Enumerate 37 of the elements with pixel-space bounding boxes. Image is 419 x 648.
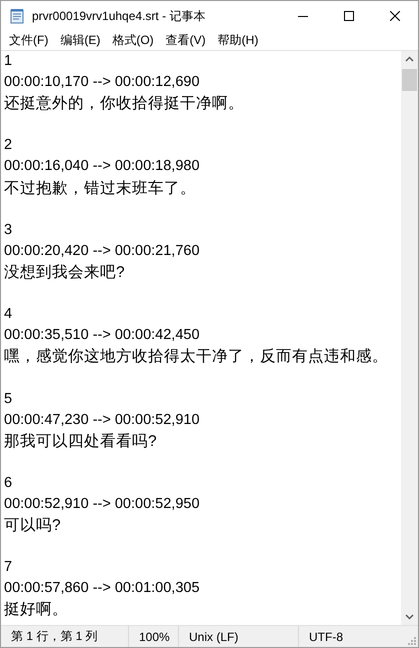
menu-item[interactable]: 格式(O) [106, 32, 160, 49]
menu-item[interactable]: 编辑(E) [54, 32, 106, 49]
close-icon [390, 11, 400, 21]
window-title: prvr00019vrv1uhqe4.srt - 记事本 [32, 8, 206, 24]
notepad-icon [9, 8, 25, 24]
status-text: 100% [129, 626, 179, 647]
maximize-icon [344, 11, 354, 21]
text-line: 5 [4, 390, 14, 408]
text-line: 3 [4, 220, 14, 240]
resize-grip-icon[interactable] [406, 635, 416, 645]
text-line: 嘿，感觉你这地方收拾得太干净了，反而有点违和感。 [4, 347, 389, 368]
text-line: 1 [4, 52, 14, 71]
text-line: 4 [4, 305, 14, 324]
text-line: 00:00:47,230 --> 00:00:52,910 [4, 410, 201, 430]
text-line: 还挺意外的，你收拾得挺干净啊。 [4, 94, 245, 114]
text-line: 不过抱歉，错过末班车了。 [4, 178, 197, 199]
text-line: 6 [4, 474, 14, 493]
status-text: 第 1 行，第 1 列 [1, 626, 129, 647]
status-text: Unix (LF) [179, 626, 299, 647]
text-line: 00:00:20,420 --> 00:00:21,760 [4, 242, 201, 261]
menu-item[interactable]: 帮助(H) [212, 32, 264, 49]
text-line: 00:00:35,510 --> 00:00:42,450 [4, 326, 201, 346]
menu-item[interactable]: 查看(V) [160, 32, 212, 49]
scrollbar[interactable] [401, 51, 418, 625]
text-line: 没想到我会来吧? [4, 262, 126, 283]
scrollbar-thumb[interactable] [402, 69, 417, 91]
text-line: 2 [4, 136, 14, 156]
text-line: 00:00:10,170 --> 00:00:12,690 [4, 73, 201, 92]
text-line: 挺好啊。 [4, 600, 69, 620]
text-line: 00:00:57,860 --> 00:01:00,305 [4, 579, 201, 598]
text-line: 7 [4, 558, 14, 578]
status-text: UTF-8 [308, 628, 343, 646]
text-line: 那我可以四处看看吗? [4, 432, 158, 452]
menu-item[interactable]: 文件(F) [3, 32, 54, 49]
text-line: 00:00:52,910 --> 00:00:52,950 [4, 494, 201, 514]
text-line: 可以吗? [4, 516, 62, 536]
text-line: 00:00:16,040 --> 00:00:18,980 [4, 157, 201, 176]
